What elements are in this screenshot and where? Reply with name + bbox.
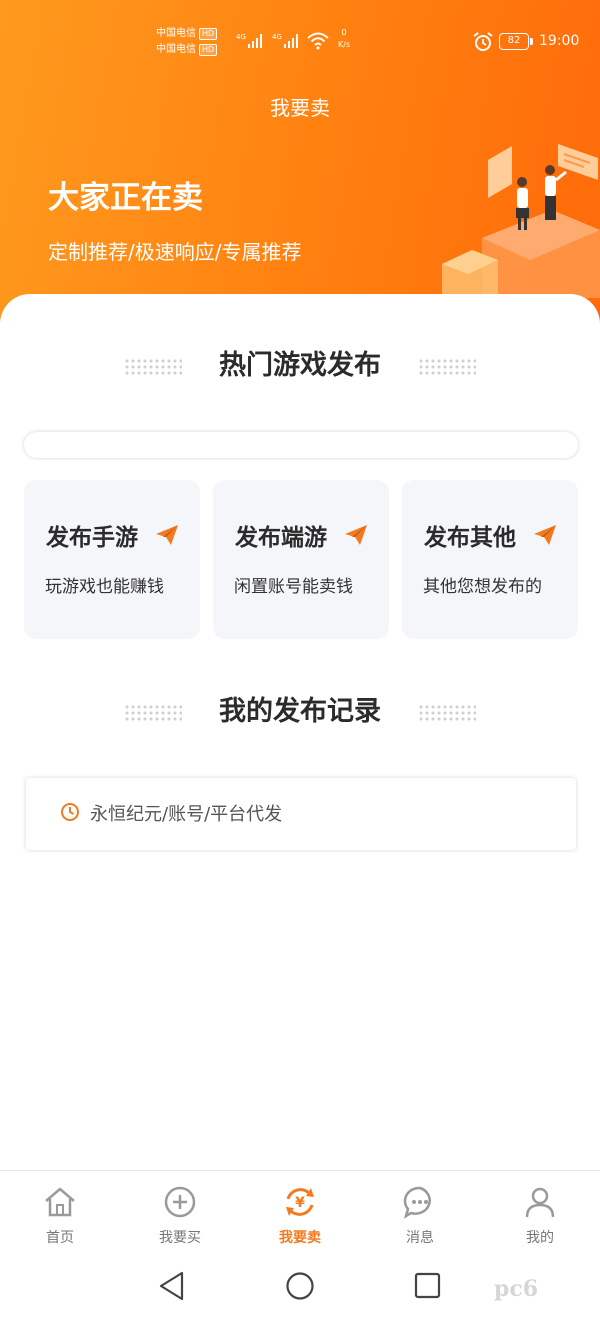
- hero-title: 大家正在卖: [48, 180, 203, 216]
- home-icon: [45, 1187, 75, 1217]
- watermark: pc6: [494, 1276, 539, 1302]
- svg-text:4G: 4G: [272, 33, 282, 41]
- yen-refresh-icon: ¥: [286, 1188, 314, 1216]
- record-text: 永恒纪元/账号/平台代发: [90, 804, 283, 825]
- carrier-info: 中国电信 HD 中国电信 HD: [156, 26, 218, 58]
- section-header-records: 我的发布记录: [0, 692, 600, 732]
- card-title: 发布手游: [46, 525, 138, 551]
- nav-item-buy[interactable]: 我要买: [120, 1171, 240, 1255]
- header-banner: 中国电信 HD 中国电信 HD 4G 4G 0 K/s 82 19:00 我要卖…: [0, 0, 600, 330]
- carrier-name-2: 中国电信: [156, 44, 196, 55]
- publish-record-item[interactable]: 永恒纪元/账号/平台代发: [26, 778, 576, 850]
- nav-item-messages[interactable]: 消息: [360, 1171, 480, 1255]
- search-bar[interactable]: [24, 432, 578, 458]
- battery-indicator: 82: [499, 33, 533, 50]
- publish-pc-game-card[interactable]: 发布端游 闲置账号能卖钱: [213, 480, 389, 639]
- nav-item-home[interactable]: 首页: [0, 1171, 120, 1255]
- user-icon: [525, 1187, 555, 1218]
- publish-other-card[interactable]: 发布其他 其他您想发布的: [402, 480, 578, 639]
- card-subtitle: 其他您想发布的: [423, 577, 542, 597]
- svg-text:¥: ¥: [295, 1195, 305, 1211]
- hd-badge: HD: [199, 28, 218, 40]
- section-title-records: 我的发布记录: [219, 696, 381, 727]
- recent-apps-icon[interactable]: [414, 1271, 442, 1301]
- bottom-nav: 首页 我要买 ¥ 我要卖 消息 我的: [0, 1170, 600, 1254]
- decorative-dots: [418, 358, 476, 376]
- alarm-icon: [473, 32, 493, 51]
- net-speed: 0 K/s: [338, 28, 351, 49]
- card-title: 发布其他: [424, 525, 516, 551]
- nav-label: 消息: [406, 1230, 434, 1246]
- chat-icon: [403, 1186, 431, 1219]
- paper-plane-icon: [534, 525, 556, 545]
- nav-label: 我要买: [159, 1230, 201, 1246]
- decorative-dots: [418, 704, 476, 722]
- svg-text:4G: 4G: [236, 33, 246, 41]
- nav-label: 首页: [46, 1230, 74, 1246]
- hd-badge: HD: [199, 44, 218, 56]
- paper-plane-icon: [345, 525, 367, 545]
- plus-circle-icon: [164, 1186, 196, 1218]
- card-subtitle: 闲置账号能卖钱: [234, 577, 353, 597]
- clock-icon: [61, 803, 79, 821]
- publish-mobile-game-card[interactable]: 发布手游 玩游戏也能赚钱: [24, 480, 200, 639]
- paper-plane-icon: [156, 525, 178, 545]
- publish-cards: 发布手游 玩游戏也能赚钱 发布端游 闲置账号能卖钱 发布其他 其他您想发布的: [24, 480, 578, 640]
- nav-item-me[interactable]: 我的: [480, 1171, 600, 1255]
- nav-item-sell[interactable]: ¥ 我要卖: [240, 1171, 360, 1255]
- hero-illustration-icon: [442, 144, 600, 298]
- card-subtitle: 玩游戏也能赚钱: [45, 577, 164, 597]
- hero-subtitle: 定制推荐/极速响应/专属推荐: [48, 240, 302, 264]
- nav-label: 我的: [526, 1230, 554, 1246]
- home-circle-icon[interactable]: [285, 1271, 315, 1301]
- back-icon[interactable]: [158, 1271, 186, 1301]
- signal-icon: 4G: [236, 33, 262, 48]
- carrier-name-1: 中国电信: [156, 28, 196, 39]
- signal-icon: 4G: [272, 33, 298, 48]
- content-sheet: 热门游戏发布 发布手游 玩游戏也能赚钱 发布端游 闲置账号能卖钱 发布其他 其他…: [0, 294, 600, 1170]
- card-title: 发布端游: [235, 525, 327, 551]
- section-title-hot: 热门游戏发布: [219, 350, 381, 381]
- status-bar: 中国电信 HD 中国电信 HD 4G 4G 0 K/s 82 19:00: [0, 0, 600, 84]
- wifi-icon: [307, 32, 329, 50]
- status-time: 19:00: [539, 33, 580, 49]
- nav-label: 我要卖: [279, 1230, 321, 1246]
- page-title: 我要卖: [270, 96, 330, 120]
- section-header-hot: 热门游戏发布: [0, 346, 600, 386]
